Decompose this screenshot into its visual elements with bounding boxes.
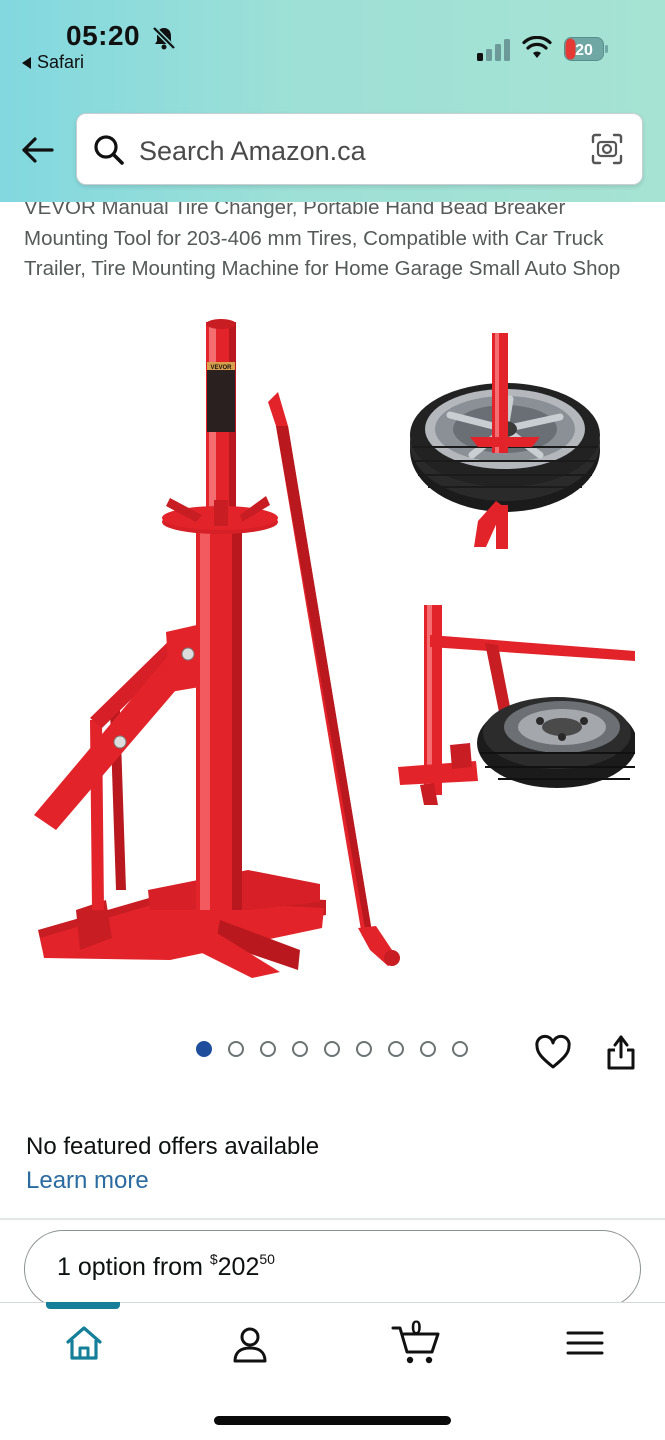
price-fraction: 50 <box>259 1251 275 1267</box>
image-pagination[interactable] <box>196 1041 468 1057</box>
section-divider <box>0 1218 665 1220</box>
menu-icon[interactable] <box>564 1322 608 1366</box>
pagination-dot[interactable] <box>196 1041 212 1057</box>
heart-icon[interactable] <box>534 1034 572 1072</box>
product-title[interactable]: VEVOR Manual Tire Changer, Portable Hand… <box>24 193 639 285</box>
product-wheel-image[interactable] <box>400 325 610 555</box>
home-indicator[interactable] <box>214 1416 451 1425</box>
product-main-image[interactable]: VEVOR <box>20 310 410 1000</box>
option-prefix: 1 option from <box>57 1253 210 1281</box>
back-arrow-icon[interactable] <box>20 132 56 168</box>
pagination-dot[interactable] <box>452 1041 468 1057</box>
wifi-icon <box>522 36 552 58</box>
product-bead-breaker-image[interactable] <box>390 595 635 820</box>
cart-count-badge: 0 <box>411 1318 422 1339</box>
pagination-dot[interactable] <box>228 1041 244 1057</box>
buying-options-label: 1 option from $20250 <box>57 1251 275 1282</box>
search-placeholder: Search Amazon.ca <box>139 136 366 166</box>
image-brand-label: VEVOR <box>210 365 232 371</box>
app-header: 05:20 Safari 20 Search Amazon.ca <box>0 0 665 202</box>
back-triangle-icon <box>22 56 31 69</box>
pagination-dot[interactable] <box>260 1041 276 1057</box>
pagination-dot[interactable] <box>292 1041 308 1057</box>
back-app-label: Safari <box>37 52 85 72</box>
battery-icon: 20 <box>564 37 608 61</box>
home-icon[interactable] <box>62 1322 106 1366</box>
price-symbol: $ <box>209 1251 218 1267</box>
no-offers-text: No featured offers available <box>26 1133 320 1160</box>
back-to-safari[interactable]: Safari <box>22 52 84 73</box>
camera-search-icon[interactable] <box>590 132 624 166</box>
search-input[interactable]: Search Amazon.ca <box>76 113 643 185</box>
price-whole: 202 <box>217 1253 260 1281</box>
buying-options-button[interactable]: 1 option from $20250 <box>24 1230 641 1308</box>
pagination-dot[interactable] <box>420 1041 436 1057</box>
share-icon[interactable] <box>604 1032 638 1072</box>
battery-level: 20 <box>575 42 593 59</box>
learn-more-link[interactable]: Learn more <box>26 1167 149 1195</box>
active-tab-indicator <box>46 1302 120 1309</box>
pagination-dot[interactable] <box>356 1041 372 1057</box>
user-icon[interactable] <box>228 1322 272 1366</box>
signal-icon <box>477 39 510 61</box>
pagination-dot[interactable] <box>388 1041 404 1057</box>
pagination-dot[interactable] <box>324 1041 340 1057</box>
search-icon <box>94 135 124 165</box>
status-time: 05:20 <box>66 20 141 51</box>
bell-muted-icon <box>152 26 176 50</box>
